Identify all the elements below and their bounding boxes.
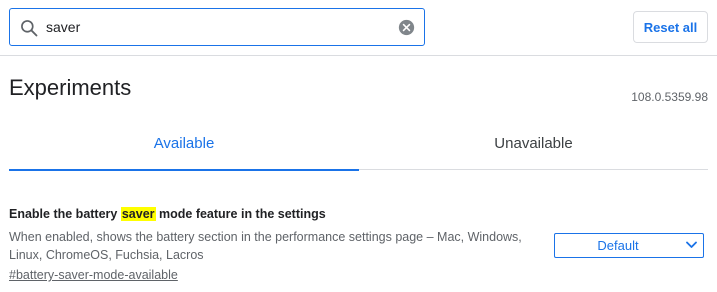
search-box[interactable] xyxy=(9,8,425,46)
reset-all-button[interactable]: Reset all xyxy=(633,11,708,43)
experiment-title-after: mode feature in the settings xyxy=(155,207,326,221)
search-icon xyxy=(21,20,38,37)
experiment-state-select[interactable]: Default xyxy=(554,233,704,258)
version-label: 108.0.5359.98 xyxy=(631,90,708,104)
page-title: Experiments xyxy=(9,75,132,100)
tab-bar: Available Unavailable xyxy=(9,118,708,172)
header: Reset all xyxy=(0,0,717,56)
experiment-permalink[interactable]: #battery-saver-mode-available xyxy=(9,268,178,282)
search-match-highlight: saver xyxy=(120,207,156,221)
experiment-description: When enabled, shows the battery section … xyxy=(9,230,522,262)
tab-unavailable[interactable]: Unavailable xyxy=(359,118,708,170)
experiment-title: Enable the battery saver mode feature in… xyxy=(9,206,709,222)
chevron-down-icon xyxy=(686,241,697,248)
tab-available[interactable]: Available xyxy=(9,118,359,171)
select-value: Default xyxy=(597,238,639,253)
clear-icon[interactable] xyxy=(398,19,415,36)
experiment-title-before: Enable the battery xyxy=(9,207,121,221)
search-input[interactable] xyxy=(46,15,386,39)
